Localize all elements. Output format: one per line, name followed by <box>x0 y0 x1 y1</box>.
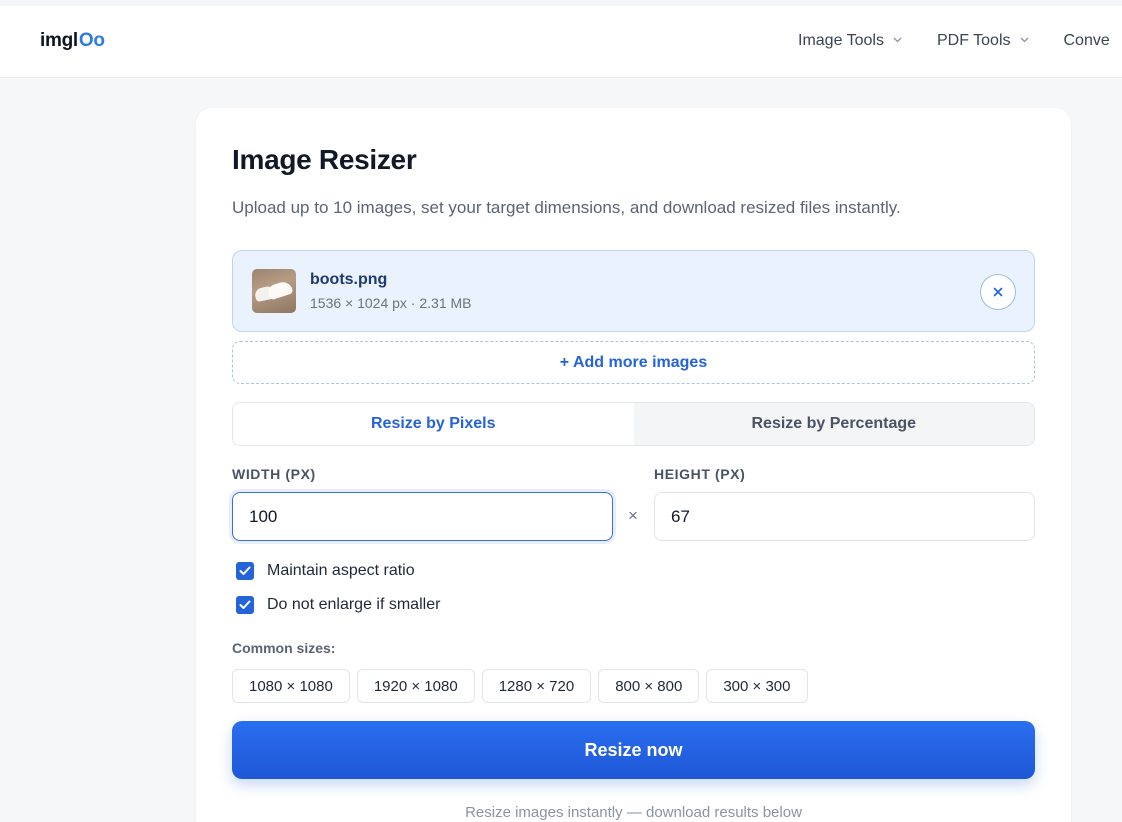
resize-mode-tabs: Resize by Pixels Resize by Percentage <box>232 402 1035 446</box>
site-logo[interactable]: imgl Oo <box>40 30 105 52</box>
file-name: boots.png <box>310 271 388 288</box>
nav-convert[interactable]: Conve <box>1064 32 1110 50</box>
logo-infinity-mark: Oo <box>78 30 105 51</box>
maintain-aspect-ratio-checkbox[interactable] <box>236 562 254 580</box>
file-thumbnail <box>252 269 296 313</box>
maintain-aspect-ratio-option[interactable]: Maintain aspect ratio <box>236 562 415 580</box>
nav-image-tools-label: Image Tools <box>798 32 884 49</box>
top-strip <box>0 0 1122 6</box>
chevron-down-icon <box>893 37 902 45</box>
resizer-card: Image Resizer Upload up to 10 images, se… <box>196 108 1071 822</box>
nav-convert-label: Conve <box>1063 32 1110 49</box>
common-sizes-list: 1080 × 1080 1920 × 1080 1280 × 720 800 ×… <box>232 669 815 703</box>
page-title: Image Resizer <box>232 144 417 175</box>
size-chip-1920x1080[interactable]: 1920 × 1080 <box>356 669 475 703</box>
add-more-images-button[interactable]: + Add more images <box>232 341 1035 384</box>
do-not-enlarge-checkbox[interactable] <box>236 596 254 614</box>
do-not-enlarge-label: Do not enlarge if smaller <box>267 596 441 613</box>
size-chip-800x800[interactable]: 800 × 800 <box>598 669 700 703</box>
size-chip-1280x720[interactable]: 1280 × 720 <box>481 669 592 703</box>
nav-pdf-tools-label: PDF Tools <box>936 32 1011 49</box>
nav-pdf-tools[interactable]: PDF Tools <box>937 32 1028 50</box>
nav-image-tools[interactable]: Image Tools <box>798 32 902 50</box>
page-subtitle: Upload up to 10 images, set your target … <box>232 198 901 217</box>
common-sizes-label: Common sizes: <box>232 640 336 656</box>
width-input[interactable] <box>232 492 613 541</box>
height-label: HEIGHT (PX) <box>654 466 746 482</box>
maintain-aspect-ratio-label: Maintain aspect ratio <box>267 562 415 579</box>
checkmark-icon <box>239 566 251 575</box>
size-chip-1080x1080[interactable]: 1080 × 1080 <box>232 669 350 703</box>
uploaded-file-item: boots.png 1536 × 1024 px · 2.31 MB <box>232 250 1035 332</box>
tab-resize-by-pixels[interactable]: Resize by Pixels <box>233 403 634 445</box>
width-label: WIDTH (PX) <box>232 466 316 482</box>
chevron-down-icon <box>1020 37 1028 45</box>
file-meta: 1536 × 1024 px · 2.31 MB <box>310 295 472 311</box>
size-chip-300x300[interactable]: 300 × 300 <box>706 669 808 703</box>
top-navigation-bar: imgl Oo Image Tools PDF Tools Conve <box>0 0 1122 78</box>
remove-file-button[interactable] <box>980 274 1016 310</box>
do-not-enlarge-option[interactable]: Do not enlarge if smaller <box>236 596 440 614</box>
close-icon <box>993 287 1003 297</box>
results-hint: Resize images instantly — download resul… <box>465 804 802 821</box>
tab-resize-by-percentage[interactable]: Resize by Percentage <box>633 403 1034 445</box>
resize-now-button[interactable]: Resize now <box>232 721 1035 779</box>
height-input[interactable] <box>654 492 1035 541</box>
times-separator: × <box>628 506 638 525</box>
checkmark-icon <box>239 600 251 609</box>
logo-text: imgl <box>40 30 78 51</box>
main-nav: Image Tools PDF Tools Conve <box>798 32 1122 50</box>
